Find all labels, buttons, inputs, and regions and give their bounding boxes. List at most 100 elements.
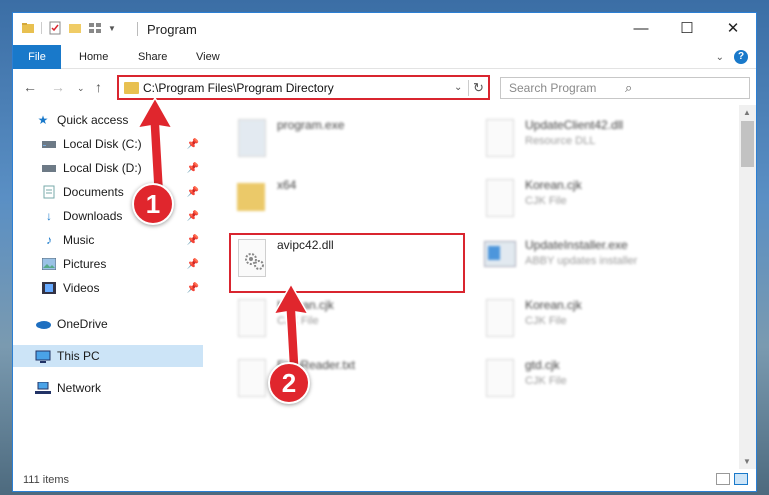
list-item[interactable]: UpdateClient42.dll Resource DLL [483, 117, 623, 167]
sidebar-item-videos[interactable]: Videos 📌 [13, 277, 203, 299]
status-bar: 111 items [13, 469, 756, 491]
recent-locations-icon[interactable]: ⌄ [77, 83, 85, 94]
sidebar-item-label: Pictures [63, 257, 107, 271]
documents-icon [41, 185, 57, 199]
sidebar-item-pictures[interactable]: Pictures 📌 [13, 253, 203, 275]
callout-badge-one: 1 [132, 183, 174, 225]
pin-icon[interactable]: 📌 [187, 259, 199, 270]
list-item[interactable]: program.exe [235, 117, 344, 167]
downloads-icon: ↓ [46, 209, 52, 223]
sidebar-item-network[interactable]: Network [13, 377, 203, 399]
window-title: Program [147, 22, 197, 37]
list-item[interactable]: Korean.cjk CJK File [483, 297, 582, 347]
file-icon [483, 177, 517, 219]
videos-icon [41, 281, 57, 295]
sidebar-item-label: Documents [63, 185, 124, 199]
ribbon-right: ⌄ ? [716, 50, 748, 64]
pin-icon[interactable]: 📌 [187, 283, 199, 294]
drive-icon [41, 161, 57, 175]
file-name: gtd.cjk [525, 358, 560, 372]
list-item[interactable]: gtd.cjk CJK File [483, 357, 567, 407]
pc-icon [35, 349, 51, 363]
list-item[interactable]: Korean.cjk CJK File [483, 177, 582, 227]
network-icon [35, 381, 51, 395]
properties-icon[interactable] [48, 21, 62, 35]
file-icon [483, 357, 517, 399]
file-icon [235, 357, 269, 399]
file-type: Resource DLL [525, 135, 596, 147]
view-options-icon[interactable] [88, 21, 102, 35]
up-arrow-icon[interactable]: ↑ [95, 79, 102, 95]
pin-icon[interactable]: 📌 [187, 211, 199, 222]
details-view-icon[interactable] [716, 473, 730, 485]
sidebar-item-label: Music [63, 233, 95, 247]
title-separator [137, 22, 138, 36]
window-controls: — ☐ ✕ [618, 13, 756, 43]
sidebar-item-downloads[interactable]: ↓ Downloads 📌 [13, 205, 203, 227]
forward-arrow-icon[interactable]: → [51, 79, 65, 95]
refresh-icon[interactable]: ↻ [468, 79, 488, 96]
large-icons-view-icon[interactable] [734, 473, 748, 485]
sidebar-item-label: Videos [63, 281, 100, 295]
expand-ribbon-icon[interactable]: ⌄ [716, 52, 724, 63]
sidebar-item-label: Network [57, 381, 102, 395]
callout-badge-two: 2 [268, 362, 310, 404]
sidebar-item-label: OneDrive [57, 317, 108, 331]
file-type: CJK File [525, 315, 567, 327]
tab-view[interactable]: View [196, 45, 220, 69]
sidebar-item-label: Quick access [57, 113, 129, 127]
help-icon[interactable]: ? [734, 50, 748, 64]
maximize-button[interactable]: ☐ [664, 13, 710, 43]
onedrive-icon [35, 317, 51, 331]
sidebar-item-onedrive[interactable]: OneDrive [13, 313, 203, 335]
address-dropdown-icon[interactable]: ⌄ [454, 82, 468, 93]
file-type: ABBY updates installer [525, 255, 638, 267]
folder-icon [124, 81, 139, 94]
tab-file[interactable]: File [13, 45, 61, 69]
pictures-icon [41, 257, 57, 271]
customize-toolbar-icon[interactable]: ▼ [108, 24, 116, 33]
minimize-button[interactable]: — [618, 13, 664, 43]
installer-icon [483, 237, 517, 279]
item-count: 111 items [23, 474, 70, 486]
file-type: CJK File [525, 195, 567, 207]
scroll-up-icon[interactable]: ▲ [743, 108, 751, 117]
list-item[interactable]: x64 [235, 177, 296, 227]
vertical-scrollbar[interactable]: ▲ ▼ [739, 105, 756, 469]
file-name: Korean.cjk [525, 298, 582, 312]
title-bar: ▼ Program — ☐ ✕ [13, 13, 756, 45]
drive-icon [41, 137, 57, 151]
star-icon: ★ [37, 113, 49, 127]
folder-icon [235, 177, 269, 219]
back-arrow-icon[interactable]: ← [23, 79, 37, 95]
search-input[interactable]: Search Program [509, 81, 625, 95]
tab-home[interactable]: Home [79, 45, 108, 69]
pin-icon[interactable]: 📌 [187, 235, 199, 246]
file-name: UpdateClient42.dll [525, 118, 624, 132]
file-type: CJK File [525, 375, 567, 387]
sidebar-item-label: This PC [57, 349, 100, 363]
new-folder-icon[interactable] [68, 21, 82, 35]
folder-icon [22, 23, 34, 33]
file-name: program.exe [277, 118, 345, 132]
search-box[interactable]: Search Program ⌕ [500, 77, 750, 99]
file-name: Korean.cjk [525, 178, 582, 192]
dll-gear-icon [483, 117, 517, 159]
file-highlight-box [229, 233, 465, 293]
sidebar-item-music[interactable]: ♪ Music 📌 [13, 229, 203, 251]
navigation-bar: ← → ⌄ ↑ C:\Program Files\Program Directo… [13, 73, 756, 103]
scroll-down-icon[interactable]: ▼ [743, 457, 751, 466]
view-switcher [716, 473, 748, 485]
quick-access-toolbar: ▼ [21, 21, 116, 35]
tab-share[interactable]: Share [138, 45, 167, 69]
file-icon [235, 297, 269, 339]
close-button[interactable]: ✕ [710, 13, 756, 43]
sidebar-item-this-pc[interactable]: This PC [13, 345, 203, 367]
scroll-thumb[interactable] [741, 121, 754, 167]
music-icon: ♪ [46, 233, 52, 247]
ribbon-tabs: File Home Share View ⌄ ? [13, 45, 756, 69]
list-item[interactable]: UpdateInstaller.exe ABBY updates installe… [483, 237, 637, 287]
address-path[interactable]: C:\Program Files\Program Directory [143, 81, 454, 95]
search-icon[interactable]: ⌕ [625, 80, 741, 96]
sidebar-item-label: Downloads [63, 209, 123, 223]
